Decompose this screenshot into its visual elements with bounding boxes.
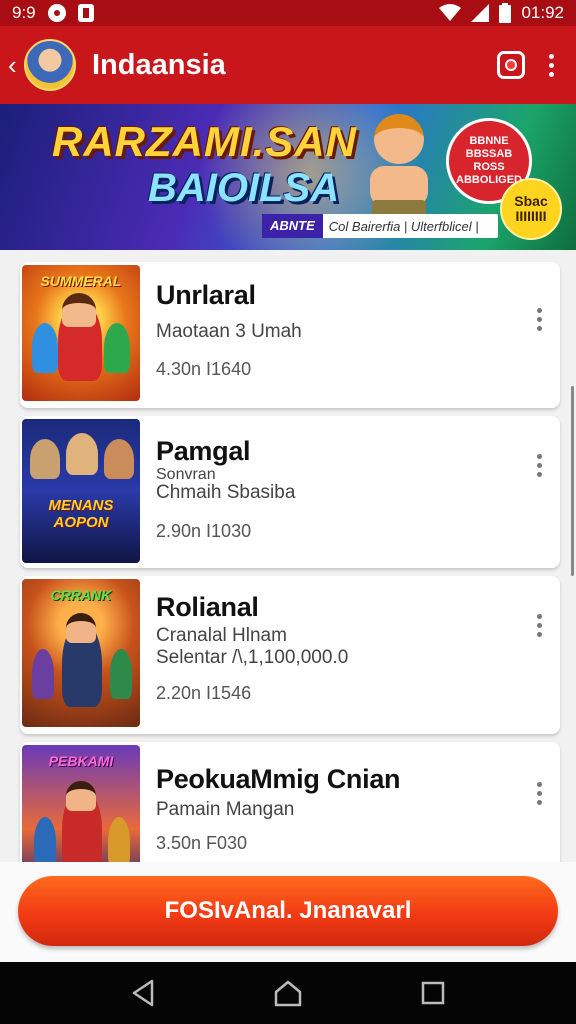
list-item[interactable]: CRRANK Rolianal Cranalal Hlnam Selentar …: [20, 576, 560, 734]
list-item[interactable]: PEBKAMI PeokuaMmig Cnian Pamain Mangan 3…: [20, 742, 560, 862]
game-subtitle-2: Chmaih Sbasiba: [156, 482, 296, 503]
scrollbar[interactable]: [571, 386, 574, 576]
item-menu-icon[interactable]: [537, 782, 542, 805]
item-menu-icon[interactable]: [537, 614, 542, 637]
game-title: Pamgal: [156, 436, 251, 466]
banner-headline-2: BAIOILSA: [148, 166, 340, 210]
banner-strip-tag: ABNTE: [262, 214, 323, 238]
back-arrow-icon[interactable]: ‹: [8, 50, 22, 81]
game-subtitle: Cranalal Hlnam: [156, 625, 287, 646]
camera-icon[interactable]: [497, 51, 525, 79]
bottom-action-area: FOSIvAnal. Jnanavarl: [0, 862, 576, 962]
thumbnail-title: MENANS AOPON: [48, 497, 114, 531]
thumbnail-title: PEBKAMI: [48, 753, 114, 769]
game-thumbnail: CRRANK: [22, 579, 140, 727]
wifi-icon: [439, 4, 462, 21]
status-left-text: 9:9: [12, 3, 36, 22]
nav-back-icon[interactable]: [123, 973, 163, 1013]
signal-icon: [471, 4, 490, 22]
game-subtitle: Pamain Mangan: [156, 799, 295, 820]
nav-home-icon[interactable]: [268, 973, 308, 1013]
primary-action-button[interactable]: FOSIvAnal. Jnanavarl: [18, 876, 558, 946]
status-bar: 9:9 01:92: [0, 0, 576, 26]
promo-banner[interactable]: RARZAMI.SAN BAIOILSA BBNNE BBSSAB ROSS A…: [0, 104, 576, 250]
system-nav-bar: [0, 962, 576, 1024]
list-item[interactable]: MENANS AOPON Pamgal Sonvran Chmaih Sbasi…: [20, 416, 560, 568]
game-title: Unrlaral: [156, 280, 256, 310]
app-bar: ‹ Indaansia: [0, 26, 576, 104]
avatar[interactable]: [24, 39, 76, 91]
thumbnail-title: CRRANK: [50, 587, 112, 603]
game-subtitle: Maotaan 3 Umah: [156, 321, 302, 342]
game-list[interactable]: SUMMERAL Unrlaral Maotaan 3 Umah 4.30n I…: [0, 250, 576, 862]
status-time: 01:92: [521, 3, 564, 22]
nav-recents-icon[interactable]: [413, 973, 453, 1013]
item-menu-icon[interactable]: [537, 454, 542, 477]
page-title: Indaansia: [92, 48, 226, 81]
game-meta: 2.90n I1030: [156, 521, 252, 541]
game-thumbnail: MENANS AOPON: [22, 419, 140, 563]
game-meta: 4.30n I1640: [156, 359, 252, 379]
banner-headline-1: RARZAMI.SAN: [52, 118, 357, 165]
battery-icon: [499, 3, 512, 23]
game-subtitle: Sonvran: [156, 466, 216, 483]
overflow-menu-icon[interactable]: [549, 53, 554, 77]
game-meta: 3.50n F030: [156, 833, 248, 853]
game-title: Rolianal: [156, 592, 259, 622]
app-notification-icon: [77, 4, 94, 22]
thumbnail-title: SUMMERAL: [40, 273, 122, 289]
notification-icon: [47, 4, 66, 22]
game-meta: 2.20n I1546: [156, 683, 252, 703]
banner-strip-text: Col Bairerfia | Ulterfblicel |: [328, 218, 479, 234]
item-menu-icon[interactable]: [537, 308, 542, 331]
banner-strip: ABNTE Col Bairerfia | Ulterfblicel |: [262, 214, 498, 238]
banner-yellow-badge: Sbac IIIIIIII: [500, 178, 562, 240]
game-thumbnail: PEBKAMI: [22, 745, 140, 862]
game-title: PeokuaMmig Cnian: [156, 764, 401, 794]
game-subtitle-2: Selentar /\,1,100,000.0: [156, 647, 349, 668]
game-thumbnail: SUMMERAL: [22, 265, 140, 401]
list-item[interactable]: SUMMERAL Unrlaral Maotaan 3 Umah 4.30n I…: [20, 262, 560, 408]
